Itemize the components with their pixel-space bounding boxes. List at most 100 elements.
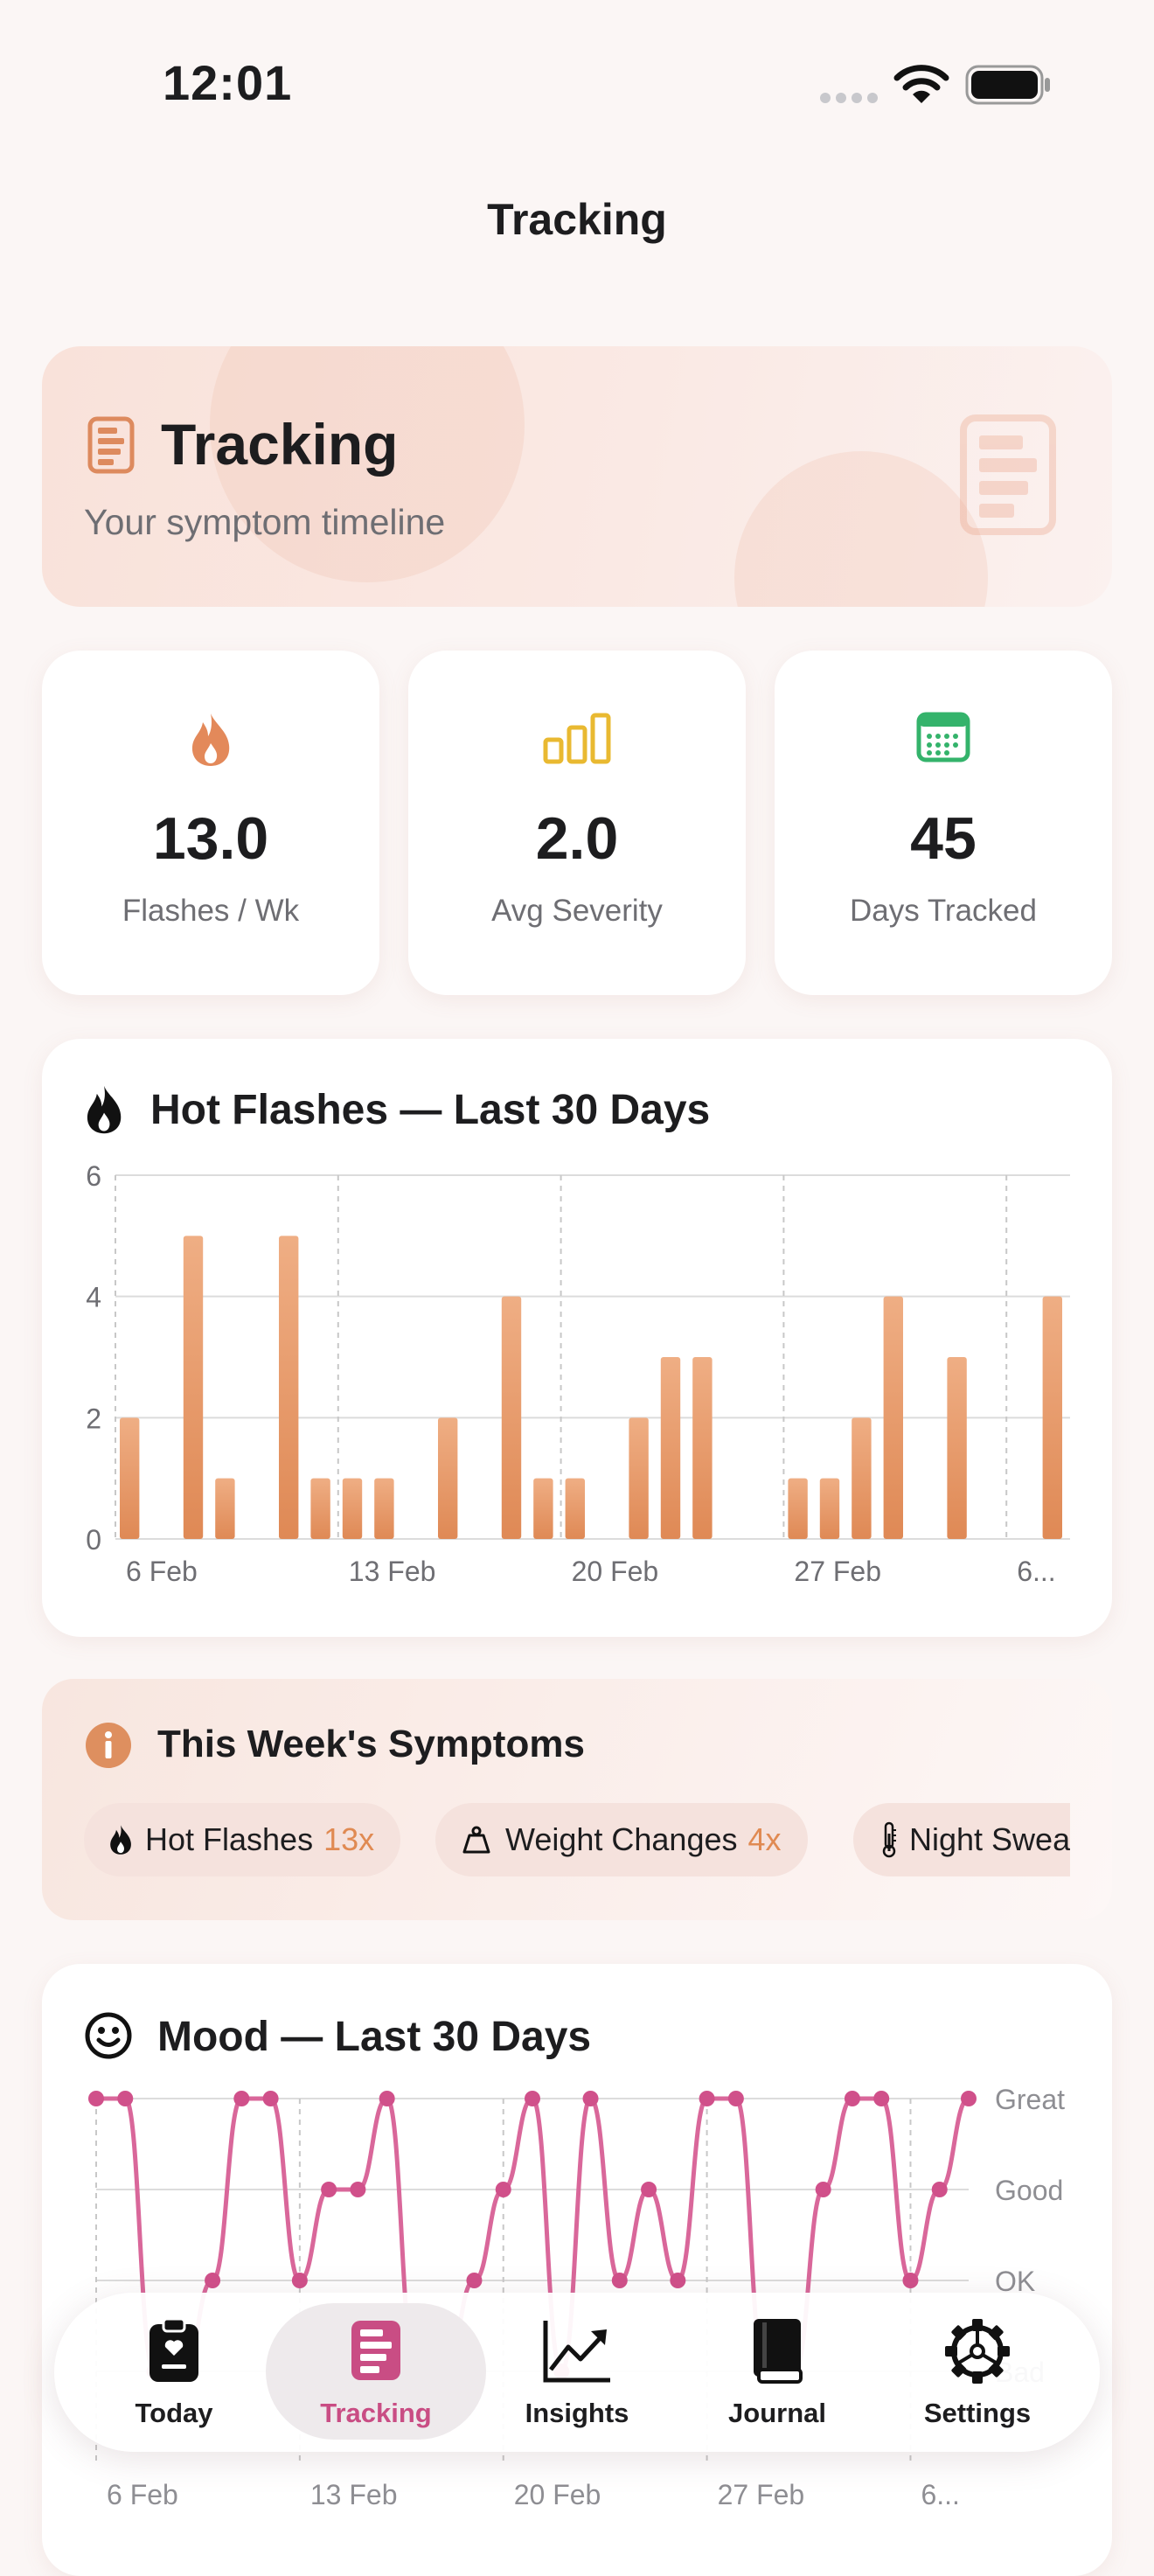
mood-point xyxy=(205,2273,221,2288)
mood-point xyxy=(873,2091,890,2106)
y-tick-label: 4 xyxy=(86,1282,101,1313)
wifi-icon xyxy=(893,63,949,109)
x-tick-label: 13 Feb xyxy=(349,1556,436,1587)
bar xyxy=(947,1357,967,1539)
y-tick-label: Good xyxy=(995,2175,1063,2206)
mood-point xyxy=(902,2273,919,2288)
bar xyxy=(660,1357,681,1539)
gear-icon xyxy=(945,2319,1010,2384)
bar xyxy=(438,1417,458,1539)
x-tick-label: 13 Feb xyxy=(310,2479,398,2508)
stat-value: 45 xyxy=(910,805,977,872)
mood-point xyxy=(582,2091,599,2106)
tracking-doc-icon xyxy=(87,416,135,478)
tab-label: Today xyxy=(135,2398,213,2428)
mood-point xyxy=(495,2182,511,2197)
tab-today[interactable]: Today xyxy=(78,2317,270,2440)
mood-point xyxy=(321,2182,337,2197)
symptom-chips-scroll[interactable]: Hot Flashes 13x Weight Changes 4x Night … xyxy=(84,1784,1070,1897)
mood-point xyxy=(525,2091,540,2106)
bar xyxy=(883,1296,903,1539)
stat-value: 13.0 xyxy=(152,805,269,872)
stat-card-days: 45 Days Tracked xyxy=(775,651,1112,995)
mood-point xyxy=(88,2091,104,2106)
mood-point xyxy=(641,2182,657,2197)
book-icon xyxy=(754,2319,803,2384)
info-icon xyxy=(86,1723,131,1772)
symptoms-title: This Week's Symptoms xyxy=(157,1723,585,1765)
mood-point xyxy=(117,2091,134,2106)
bar xyxy=(1042,1296,1062,1539)
stat-card-severity: 2.0 Avg Severity xyxy=(408,651,746,995)
mood-point xyxy=(699,2091,715,2106)
mood-point xyxy=(611,2273,628,2288)
bar xyxy=(692,1357,713,1539)
flame-icon xyxy=(110,1825,131,1855)
mood-point xyxy=(262,2091,279,2106)
tab-tracking[interactable]: Tracking xyxy=(280,2317,472,2440)
header-title: Tracking xyxy=(161,412,399,477)
nav-title: Tracking xyxy=(487,195,667,244)
clipboard-heart-icon xyxy=(149,2317,198,2382)
x-tick-label: 6 Feb xyxy=(126,1556,198,1587)
bars-icon xyxy=(408,712,746,769)
chip-night-sweats[interactable]: Night Swea xyxy=(853,1803,1070,1876)
tab-label: Journal xyxy=(728,2398,826,2428)
battery-icon xyxy=(965,65,1053,109)
tab-settings[interactable]: Settings xyxy=(881,2317,1074,2440)
flame-icon xyxy=(42,712,379,772)
bar xyxy=(565,1478,585,1539)
tab-label: Insights xyxy=(525,2398,629,2428)
bar xyxy=(629,1417,649,1539)
cellular-signal-icon xyxy=(818,91,878,109)
y-tick-label: 0 xyxy=(86,1524,101,1556)
mood-point xyxy=(350,2182,366,2197)
x-tick-label: 20 Feb xyxy=(572,1556,659,1587)
flame-icon xyxy=(84,1084,124,1139)
tab-label: Settings xyxy=(923,2398,1032,2428)
bar xyxy=(374,1478,394,1539)
chip-weight-changes[interactable]: Weight Changes 4x xyxy=(435,1803,808,1876)
x-tick-label: 6 Feb xyxy=(107,2479,178,2508)
chip-label: Hot Flashes xyxy=(145,1821,314,1857)
chip-count: 4x xyxy=(747,1821,782,1857)
x-tick-label: 20 Feb xyxy=(514,2479,601,2508)
mood-point xyxy=(815,2182,831,2197)
x-tick-label: 6... xyxy=(921,2479,959,2508)
bar xyxy=(120,1417,140,1539)
status-time: 12:01 xyxy=(163,55,293,110)
mood-point xyxy=(670,2273,686,2288)
chip-label: Night Swea xyxy=(909,1821,1070,1857)
mood-point xyxy=(291,2273,308,2288)
thermometer-icon xyxy=(882,1821,896,1858)
stat-label: Avg Severity xyxy=(491,894,663,928)
bar xyxy=(342,1478,363,1539)
bar xyxy=(819,1478,840,1539)
bar xyxy=(533,1478,553,1539)
mood-point xyxy=(233,2091,250,2106)
trend-chart-icon xyxy=(543,2321,610,2383)
hot-flashes-chart: 0 2 4 6 6 Feb 13 Feb 20 Feb 27 Feb 6... xyxy=(86,1160,1070,1587)
chip-hot-flashes[interactable]: Hot Flashes 13x xyxy=(84,1803,401,1876)
smiley-icon xyxy=(84,2011,133,2064)
stat-label: Days Tracked xyxy=(850,894,1037,928)
x-tick-label: 27 Feb xyxy=(718,2479,805,2508)
tab-journal[interactable]: Journal xyxy=(681,2317,873,2440)
tab-insights[interactable]: Insights xyxy=(481,2317,673,2440)
y-tick-label: 2 xyxy=(86,1403,101,1434)
stat-value: 2.0 xyxy=(535,805,619,872)
calendar-icon xyxy=(775,712,1112,767)
mood-point xyxy=(727,2091,744,2106)
scale-icon xyxy=(462,1826,490,1854)
bar xyxy=(852,1417,872,1539)
y-tick-label: 6 xyxy=(86,1160,101,1192)
list-doc-icon xyxy=(351,2321,400,2380)
x-tick-label: 27 Feb xyxy=(794,1556,881,1587)
tab-label: Tracking xyxy=(320,2398,432,2428)
x-tick-label: 6... xyxy=(1017,1556,1055,1587)
bar xyxy=(501,1296,522,1539)
mood-point xyxy=(931,2182,948,2197)
mood-point xyxy=(379,2091,395,2106)
doc-watermark-icon xyxy=(960,414,1056,540)
bar xyxy=(215,1478,235,1539)
